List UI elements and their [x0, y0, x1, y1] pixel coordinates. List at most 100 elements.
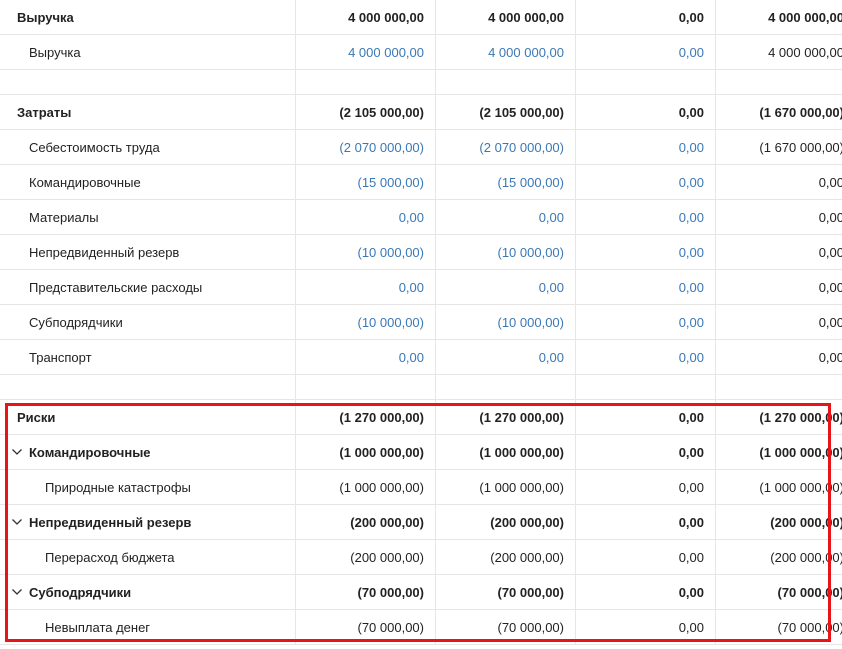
spacer-row: [0, 69, 842, 95]
value-col-2-cell: (1 270 000,00): [435, 399, 576, 435]
table-row: Перерасход бюджета (200 000,00) (200 000,0…: [0, 539, 842, 575]
value-col-3-cell[interactable]: 0,00: [575, 164, 716, 200]
row-label: Представительские расходы: [29, 279, 203, 295]
value-col-1-cell: (1 000 000,00): [295, 434, 436, 470]
value-col-3-cell: 0,00: [575, 399, 716, 435]
spacer-cell: [715, 374, 842, 400]
value-col-3-cell[interactable]: 0,00: [575, 304, 716, 340]
value-col-4-cell: 4 000 000,00: [715, 34, 842, 70]
row-label-cell: Непредвиденный резерв: [0, 504, 296, 540]
row-label: Командировочные: [29, 174, 141, 190]
row-label: Перерасход бюджета: [45, 549, 175, 565]
value-col-2-cell[interactable]: 4 000 000,00: [435, 34, 576, 70]
spacer-row: [0, 374, 842, 400]
value-col-2-cell: (200 000,00): [435, 539, 576, 575]
row-label-cell: Командировочные: [0, 164, 296, 200]
row-label-cell: Субподрядчики: [0, 574, 296, 610]
row-label-cell: Непредвиденный резерв: [0, 234, 296, 270]
value-col-1-cell[interactable]: (15 000,00): [295, 164, 436, 200]
value-col-4-cell: (200 000,00): [715, 504, 842, 540]
table-row: Выручка 4 000 000,00 4 000 000,00 0,00 4 000…: [0, 34, 842, 70]
value-col-2-cell[interactable]: 0,00: [435, 269, 576, 305]
table-row: Материалы 0,00 0,00 0,00 0,00: [0, 199, 842, 235]
value-col-1-cell: (200 000,00): [295, 504, 436, 540]
table-row: Транспорт 0,00 0,00 0,00 0,00: [0, 339, 842, 375]
value-col-4-cell: (1 270 000,00): [715, 399, 842, 435]
row-label-cell: Транспорт: [0, 339, 296, 375]
row-label-cell: Риски: [0, 399, 296, 435]
value-col-3-cell[interactable]: 0,00: [575, 269, 716, 305]
spacer-cell: [575, 69, 716, 95]
value-col-3-cell[interactable]: 0,00: [575, 234, 716, 270]
financial-grid: Выручка 4 000 000,00 4 000 000,00 0,00 4 000…: [0, 0, 842, 645]
table-row: Непредвиденный резерв (10 000,00) (10 000,…: [0, 234, 842, 270]
row-label: Субподрядчики: [29, 314, 123, 330]
spacer-cell: [435, 374, 576, 400]
value-col-4-cell: (70 000,00): [715, 574, 842, 610]
value-col-1-cell[interactable]: (10 000,00): [295, 304, 436, 340]
spacer-cell: [0, 374, 296, 400]
value-col-1-cell[interactable]: 4 000 000,00: [295, 34, 436, 70]
chevron-down-icon[interactable]: [11, 586, 23, 598]
row-label-cell: Материалы: [0, 199, 296, 235]
row-label: Себестоимость труда: [29, 139, 160, 155]
value-col-2-cell: 4 000 000,00: [435, 0, 576, 35]
group-row[interactable]: Субподрядчики (70 000,00) (70 000,00) 0,00(…: [0, 574, 842, 610]
value-col-3-cell[interactable]: 0,00: [575, 34, 716, 70]
row-label-cell: Выручка: [0, 34, 296, 70]
table-row: Командировочные (15 000,00) (15 000,00) 0,0…: [0, 164, 842, 200]
value-col-2-cell[interactable]: (15 000,00): [435, 164, 576, 200]
spacer-cell: [295, 69, 436, 95]
value-col-3-cell: 0,00: [575, 469, 716, 505]
value-col-1-cell[interactable]: (2 070 000,00): [295, 129, 436, 165]
row-label-cell: Природные катастрофы: [0, 469, 296, 505]
table-row: Себестоимость труда (2 070 000,00) (2 070 …: [0, 129, 842, 165]
value-col-3-cell[interactable]: 0,00: [575, 129, 716, 165]
table-row: Субподрядчики (10 000,00) (10 000,00) 0,00 0…: [0, 304, 842, 340]
value-col-2-cell[interactable]: (10 000,00): [435, 234, 576, 270]
row-label: Непредвиденный резерв: [29, 244, 180, 260]
value-col-4-cell: (1 000 000,00): [715, 434, 842, 470]
value-col-4-cell: (1 000 000,00): [715, 469, 842, 505]
row-label: Транспорт: [29, 349, 92, 365]
table-row: Природные катастрофы (1 000 000,00) (1 000…: [0, 469, 842, 505]
group-row: Затраты (2 105 000,00) (2 105 000,00) 0,00(…: [0, 94, 842, 130]
row-label-cell: Командировочные: [0, 434, 296, 470]
group-row[interactable]: Командировочные (1 000 000,00) (1 000 000,…: [0, 434, 842, 470]
row-label-cell: Невыплата денег: [0, 609, 296, 645]
spacer-cell: [435, 69, 576, 95]
value-col-1-cell[interactable]: 0,00: [295, 339, 436, 375]
value-col-1-cell[interactable]: 0,00: [295, 199, 436, 235]
value-col-2-cell: (1 000 000,00): [435, 434, 576, 470]
row-label: Субподрядчики: [29, 584, 132, 600]
value-col-4-cell: 4 000 000,00: [715, 0, 842, 35]
row-label-cell: Выручка: [0, 0, 296, 35]
row-label: Командировочные: [29, 444, 151, 460]
value-col-4-cell: 0,00: [715, 199, 842, 235]
value-col-3-cell[interactable]: 0,00: [575, 199, 716, 235]
spacer-cell: [0, 69, 296, 95]
chevron-down-icon[interactable]: [11, 516, 23, 528]
spacer-cell: [715, 69, 842, 95]
chevron-down-icon[interactable]: [11, 446, 23, 458]
value-col-2-cell[interactable]: 0,00: [435, 339, 576, 375]
value-col-1-cell: (1 000 000,00): [295, 469, 436, 505]
value-col-2-cell[interactable]: (10 000,00): [435, 304, 576, 340]
row-label: Материалы: [29, 209, 99, 225]
value-col-1-cell[interactable]: 0,00: [295, 269, 436, 305]
row-label: Затраты: [17, 104, 72, 120]
value-col-3-cell: 0,00: [575, 434, 716, 470]
row-label-cell: Субподрядчики: [0, 304, 296, 340]
spacer-cell: [295, 374, 436, 400]
value-col-3-cell: 0,00: [575, 94, 716, 130]
value-col-4-cell: 0,00: [715, 339, 842, 375]
value-col-3-cell[interactable]: 0,00: [575, 339, 716, 375]
value-col-2-cell[interactable]: (2 070 000,00): [435, 129, 576, 165]
value-col-2-cell[interactable]: 0,00: [435, 199, 576, 235]
row-label: Выручка: [17, 9, 74, 25]
row-label-cell: Перерасход бюджета: [0, 539, 296, 575]
group-row[interactable]: Непредвиденный резерв (200 000,00) (200 00…: [0, 504, 842, 540]
table-row: Невыплата денег (70 000,00) (70 000,00) 0,0…: [0, 609, 842, 645]
value-col-1-cell[interactable]: (10 000,00): [295, 234, 436, 270]
value-col-4-cell: (200 000,00): [715, 539, 842, 575]
